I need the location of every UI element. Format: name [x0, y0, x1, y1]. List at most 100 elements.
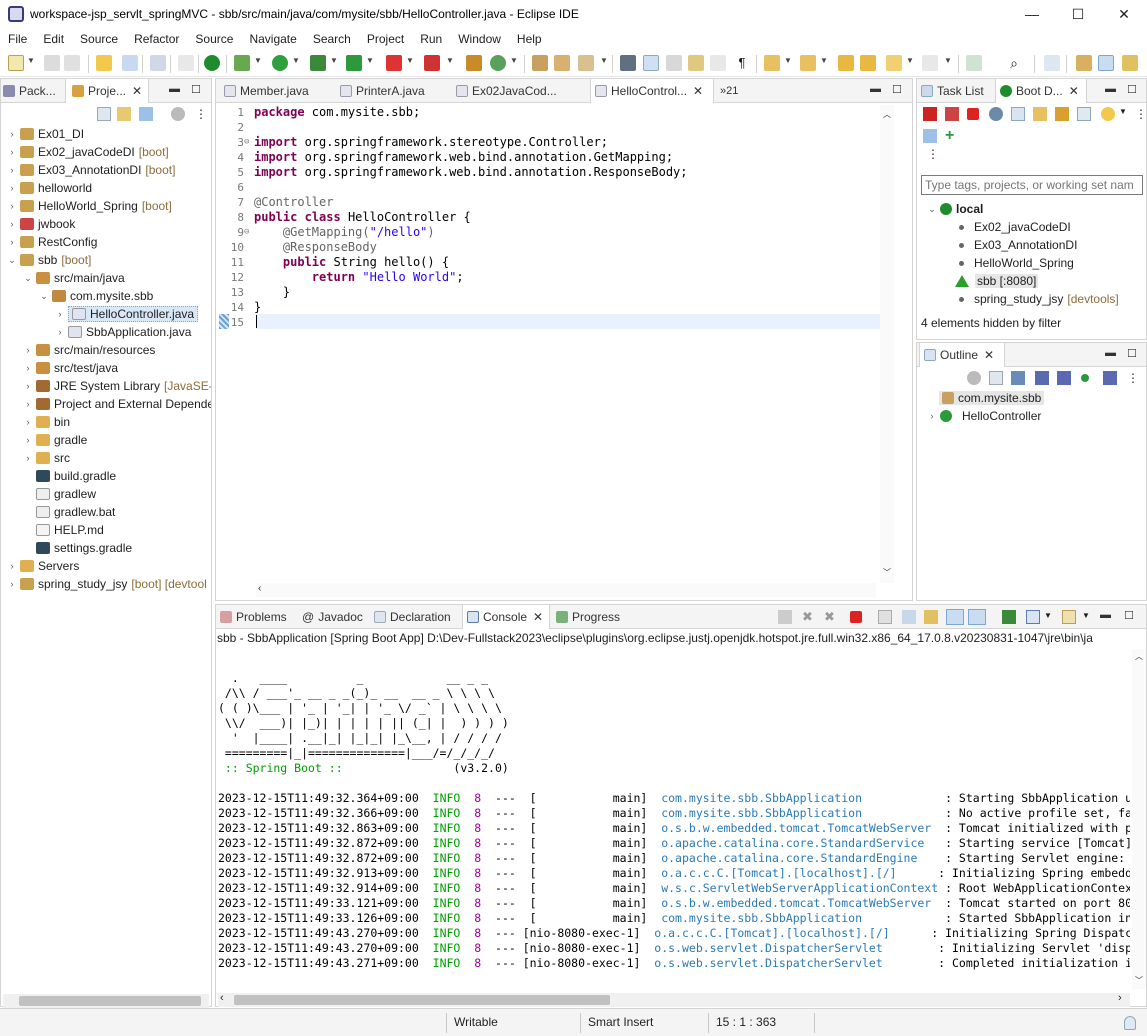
debug-icon[interactable]: [234, 55, 250, 71]
tree-item[interactable]: settings.gradle: [23, 539, 132, 557]
working-set-icon[interactable]: [171, 107, 185, 121]
tab-progress[interactable]: Progress: [556, 605, 636, 629]
new-icon[interactable]: [8, 55, 24, 71]
tab-package-explorer[interactable]: Pack...: [3, 79, 63, 103]
tab-project-explorer[interactable]: Proje... ✕: [65, 79, 149, 103]
scroll-lock-icon[interactable]: [902, 610, 916, 624]
table-icon[interactable]: [1077, 107, 1091, 121]
open-type-icon[interactable]: [532, 55, 548, 71]
pin-editor-icon[interactable]: [966, 55, 982, 71]
menu-source-2[interactable]: Source: [187, 32, 241, 46]
whitespace-icon[interactable]: [710, 55, 726, 71]
tab-outline[interactable]: Outline ✕: [919, 343, 1005, 367]
menu-search[interactable]: Search: [305, 32, 359, 46]
menu-run[interactable]: Run: [412, 32, 450, 46]
forward-arrow-icon[interactable]: [922, 55, 938, 71]
open-folder-icon[interactable]: [554, 55, 570, 71]
open-perspective-icon[interactable]: [1044, 55, 1060, 71]
console-icon[interactable]: [150, 55, 166, 71]
hide-local-types-icon[interactable]: [1103, 371, 1117, 385]
view-menu-icon[interactable]: ⋮: [1135, 107, 1147, 121]
chevron-right-icon[interactable]: ›: [7, 201, 17, 211]
tree-item[interactable]: › src/main/resources: [23, 341, 156, 359]
chevron-right-icon[interactable]: ›: [23, 381, 33, 391]
tab-problems[interactable]: Problems: [220, 605, 296, 629]
debug-restart-icon[interactable]: [945, 107, 959, 121]
fold-icon[interactable]: ⊖: [244, 227, 249, 237]
hide-fields-icon[interactable]: [1035, 371, 1049, 385]
external-tools-icon[interactable]: [346, 55, 362, 71]
boot-app-item[interactable]: Ex02_javaCodeDI: [959, 218, 1071, 236]
open-console-icon[interactable]: [1062, 610, 1076, 624]
tree-item[interactable]: gradlew: [23, 485, 96, 503]
block-selection-icon[interactable]: [666, 55, 682, 71]
boot-filter-input[interactable]: [921, 175, 1143, 195]
close-icon[interactable]: ✕: [1069, 84, 1079, 98]
minimize-icon[interactable]: ▬: [1105, 83, 1116, 95]
collapse-icon[interactable]: [967, 371, 981, 385]
tree-item[interactable]: › src: [23, 449, 71, 467]
back-arrow-icon[interactable]: [886, 55, 902, 71]
skip-breakpoints-icon[interactable]: [178, 55, 194, 71]
clear-console-icon[interactable]: [878, 610, 892, 624]
toggle-mark-icon[interactable]: [620, 55, 636, 71]
tree-item[interactable]: gradlew.bat: [23, 503, 115, 521]
close-icon[interactable]: ✕: [132, 84, 142, 98]
chevron-right-icon[interactable]: ›: [7, 219, 17, 229]
tab-task-list[interactable]: Task List: [921, 79, 993, 103]
hide-static-icon[interactable]: [1057, 371, 1071, 385]
tree-item[interactable]: › Project and External Depende: [23, 395, 212, 413]
link-editor-icon[interactable]: [117, 107, 131, 121]
chevron-right-icon[interactable]: ›: [23, 345, 33, 355]
display-console-icon[interactable]: [1026, 610, 1040, 624]
maximize-icon[interactable]: ☐: [1127, 347, 1137, 360]
highlight-icon[interactable]: [643, 55, 659, 71]
close-icon[interactable]: ✕: [984, 348, 994, 362]
code-area[interactable]: 1 2 3 4 5 6 7 8 9 10 11 12 13 14 15 ⊖ ⊖ package com.mysit…: [216, 79, 880, 579]
run-coverage-icon[interactable]: [310, 55, 326, 71]
terminate-icon[interactable]: [850, 611, 862, 623]
close-window-button[interactable]: ✕: [1101, 0, 1147, 28]
menu-navigate[interactable]: Navigate: [241, 32, 304, 46]
chevron-right-icon[interactable]: ›: [23, 453, 33, 463]
filter-icon[interactable]: [923, 129, 937, 143]
fold-icon[interactable]: ⊖: [244, 137, 249, 147]
boot-app-item[interactable]: spring_study_jsy [devtools]: [959, 290, 1119, 308]
tree-item[interactable]: › bin: [23, 413, 71, 431]
tab-boot-dashboard[interactable]: Boot D... ✕: [995, 79, 1087, 103]
edit-icon[interactable]: [1055, 107, 1069, 121]
next-annotation-icon[interactable]: [764, 55, 780, 71]
search-icon[interactable]: ⌕: [1006, 55, 1022, 71]
menu-source[interactable]: Source: [72, 32, 126, 46]
run-icon[interactable]: [272, 55, 288, 71]
word-wrap-icon[interactable]: [688, 55, 704, 71]
minimize-button[interactable]: —: [1009, 0, 1055, 28]
tree-item[interactable]: › helloworld: [7, 179, 93, 197]
chevron-right-icon[interactable]: ›: [23, 417, 33, 427]
add-icon[interactable]: +: [945, 127, 954, 145]
tree-item[interactable]: › HelloController.java: [55, 305, 199, 323]
java-ee-perspective-icon[interactable]: [1076, 55, 1092, 71]
outline-item-package[interactable]: com.mysite.sbb: [939, 389, 1045, 407]
editor-vscroll[interactable]: ︿ ﹀: [880, 105, 894, 583]
tree-item[interactable]: › JRE System Library[JavaSE-1: [23, 377, 212, 395]
show-on-stdout-icon[interactable]: [946, 609, 964, 625]
go-to-project-icon[interactable]: [1033, 107, 1047, 121]
console-hscroll[interactable]: ‹ ›: [218, 992, 1130, 1007]
tree-item[interactable]: ⌄ sbb [boot]: [7, 251, 91, 269]
pin-icon[interactable]: [1002, 610, 1016, 624]
stop-icon[interactable]: [386, 55, 402, 71]
chevron-right-icon[interactable]: ›: [7, 165, 17, 175]
tree-item[interactable]: › jwbook: [7, 215, 76, 233]
menu-window[interactable]: Window: [450, 32, 509, 46]
last-edit-icon[interactable]: [838, 55, 854, 71]
tab-declaration[interactable]: Declaration: [374, 605, 460, 629]
tree-item[interactable]: ⌄ com.mysite.sbb: [39, 287, 153, 305]
chevron-down-icon[interactable]: ⌄: [23, 273, 33, 284]
notification-icon[interactable]: [1124, 1016, 1136, 1030]
console-output[interactable]: . ____ _ __ _ _ /\\ / ___'_ __ _ _(_)_ _…: [216, 649, 1130, 989]
tree-item[interactable]: ⌄ src/main/java: [23, 269, 124, 287]
search-tool-icon[interactable]: [578, 55, 594, 71]
close-icon[interactable]: ✕: [533, 610, 543, 624]
save-icon[interactable]: [44, 55, 60, 71]
